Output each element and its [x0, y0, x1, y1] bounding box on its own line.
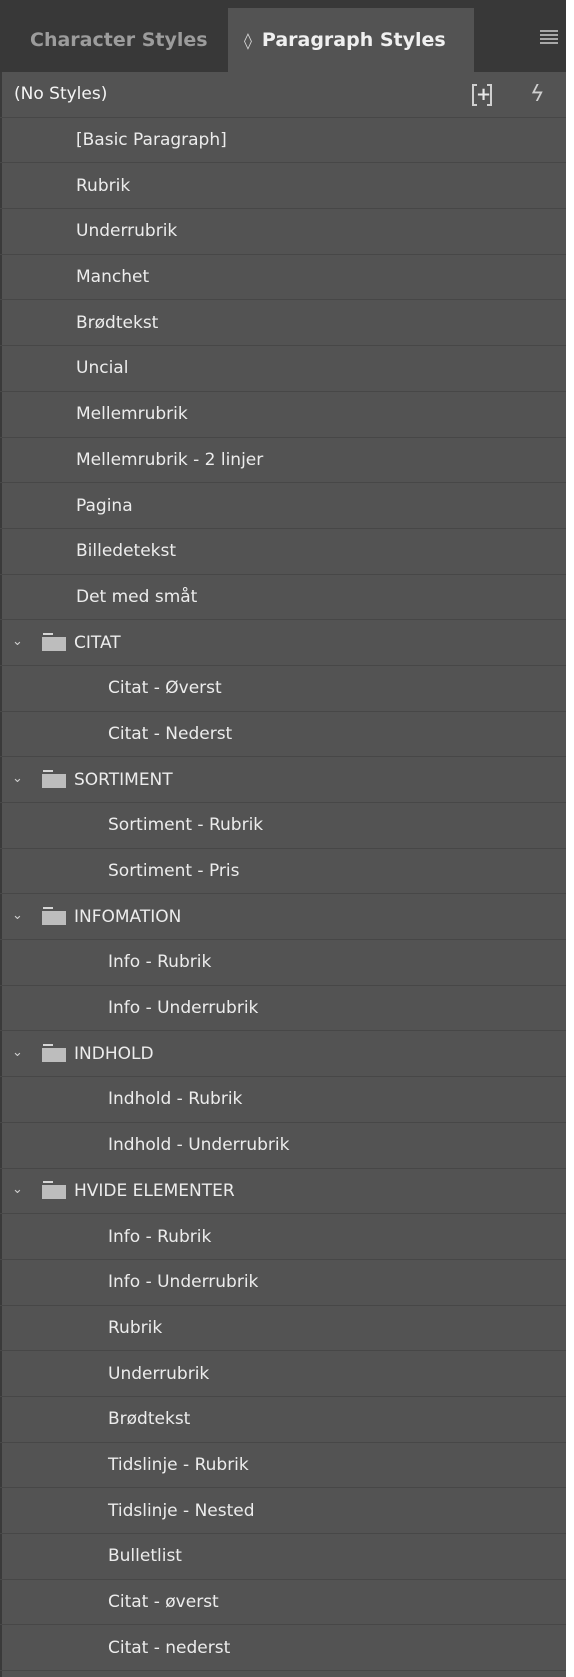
style-row[interactable]: Billedetekst [0, 529, 566, 575]
chevron-down-icon[interactable]: ⌄ [12, 909, 23, 922]
tab-character-styles[interactable]: Character Styles [0, 8, 228, 72]
style-row[interactable]: Brødtekst [0, 300, 566, 347]
style-row[interactable]: Pagina [0, 483, 566, 529]
style-label: Mellemrubrik - 2 linjer [76, 449, 264, 470]
style-row[interactable]: Citat - nederst [0, 1625, 566, 1672]
style-row[interactable]: Info - Underrubrik [0, 986, 566, 1032]
style-label: Mellemrubrik [76, 404, 188, 425]
style-row[interactable]: [Basic Paragraph] [0, 118, 566, 164]
style-row[interactable]: Rubrik [0, 163, 566, 210]
folder-icon [42, 769, 66, 788]
style-label: Manchet [76, 267, 150, 288]
style-label: Info - Rubrik [108, 952, 212, 973]
window-edge [566, 0, 574, 1677]
style-label: Citat - nederst [108, 1637, 231, 1658]
style-row[interactable]: Mellemrubrik - 2 linjer [0, 438, 566, 484]
style-row[interactable]: Sortiment - Pris [0, 849, 566, 895]
folder-icon [42, 1043, 66, 1062]
folder-icon [42, 632, 66, 651]
folder-icon [42, 906, 66, 925]
style-label: Det med småt [76, 586, 198, 607]
style-group-label: INFOMATION [74, 906, 182, 927]
style-row[interactable]: Citat - Nederst [0, 712, 566, 758]
style-row[interactable]: Rubrik [0, 1306, 566, 1352]
style-label: Sortiment - Pris [108, 861, 240, 882]
style-label: Sortiment - Rubrik [108, 815, 264, 836]
style-group-label: SORTIMENT [74, 769, 173, 790]
chevron-down-icon[interactable]: ⌄ [12, 1183, 23, 1196]
style-group-row[interactable]: ⌄ CITAT [0, 620, 566, 666]
style-label: Rubrik [76, 175, 131, 196]
style-label: Citat - øverst [108, 1592, 219, 1613]
style-group-row[interactable]: ⌄ SORTIMENT [0, 757, 566, 803]
style-row[interactable]: Bulletlist [0, 1534, 566, 1580]
style-label: Tidslinje - Rubrik [108, 1454, 249, 1475]
style-row[interactable]: Tidslinje - Rubrik [0, 1443, 566, 1489]
style-label: Underrubrik [76, 221, 178, 242]
style-label: Billedetekst [76, 541, 177, 562]
tab-paragraph-styles-label: Paragraph Styles [261, 29, 446, 51]
folder-icon [42, 1180, 66, 1199]
style-row[interactable]: Sortiment - Rubrik [0, 803, 566, 849]
style-row[interactable]: Citat - øverst [0, 1580, 566, 1626]
style-label: Uncial [76, 358, 129, 379]
style-label: Underrubrik [108, 1363, 210, 1384]
style-row[interactable]: Info - Rubrik [0, 1214, 566, 1260]
style-row[interactable]: Info - Rubrik [0, 940, 566, 986]
style-row[interactable]: Info - Underrubrik [0, 1260, 566, 1306]
style-group-row[interactable]: ⌄ INDHOLD [0, 1031, 566, 1078]
chevron-down-icon[interactable]: ⌄ [12, 772, 23, 785]
panel-menu-icon[interactable] [540, 30, 558, 44]
style-label: Citat - Nederst [108, 723, 233, 744]
style-row[interactable]: Indhold - Rubrik [0, 1077, 566, 1123]
style-row[interactable]: Indhold - Underrubrik [0, 1123, 566, 1169]
styles-list: (No Styles) + ϟ [Basic Paragraph] Rubrik U… [0, 72, 566, 1672]
style-group-row[interactable]: ⌄ HVIDE ELEMENTER [0, 1169, 566, 1215]
style-label: (No Styles) [14, 84, 108, 105]
style-group-label: CITAT [74, 632, 121, 653]
style-row[interactable]: Mellemrubrik [0, 392, 566, 438]
style-row[interactable]: Underrubrik [0, 209, 566, 255]
lightning-bolt-icon[interactable]: ϟ [530, 82, 548, 108]
panel-tab-bar: Character Styles ◊ Paragraph Styles [0, 0, 566, 72]
style-row[interactable]: Uncial [0, 346, 566, 392]
chevron-down-icon[interactable]: ⌄ [12, 1046, 23, 1059]
style-group-label: HVIDE ELEMENTER [74, 1180, 235, 1201]
style-label: Brødtekst [108, 1409, 191, 1430]
style-label: Info - Underrubrik [108, 1272, 259, 1293]
style-row[interactable]: Det med småt [0, 575, 566, 621]
paragraph-styles-panel: Character Styles ◊ Paragraph Styles (No … [0, 0, 566, 1677]
style-group-label: INDHOLD [74, 1043, 154, 1064]
style-label: Info - Rubrik [108, 1226, 212, 1247]
style-label: Pagina [76, 495, 133, 516]
tab-character-styles-label: Character Styles [30, 29, 208, 51]
style-row[interactable]: Manchet [0, 255, 566, 301]
style-label: [Basic Paragraph] [76, 130, 227, 151]
tab-updown-icon: ◊ [244, 30, 252, 50]
style-label: Bulletlist [108, 1546, 182, 1567]
new-style-group-icon[interactable]: + [472, 84, 492, 106]
style-label: Info - Underrubrik [108, 998, 259, 1019]
style-row[interactable]: Underrubrik [0, 1351, 566, 1397]
tab-paragraph-styles[interactable]: ◊ Paragraph Styles [228, 8, 474, 72]
style-label: Citat - Øverst [108, 678, 222, 699]
style-label: Indhold - Underrubrik [108, 1135, 290, 1156]
style-label: Brødtekst [76, 312, 159, 333]
style-row[interactable]: Brødtekst [0, 1397, 566, 1443]
style-row[interactable]: Tidslinje - Nested [0, 1488, 566, 1534]
style-label: Tidslinje - Nested [108, 1500, 255, 1521]
style-label: Indhold - Rubrik [108, 1089, 243, 1110]
chevron-down-icon[interactable]: ⌄ [12, 635, 23, 648]
style-label: Rubrik [108, 1317, 163, 1338]
style-group-row[interactable]: ⌄ INFOMATION [0, 894, 566, 941]
style-row[interactable]: Citat - Øverst [0, 666, 566, 712]
style-row-no-styles[interactable]: (No Styles) + ϟ [0, 72, 566, 118]
